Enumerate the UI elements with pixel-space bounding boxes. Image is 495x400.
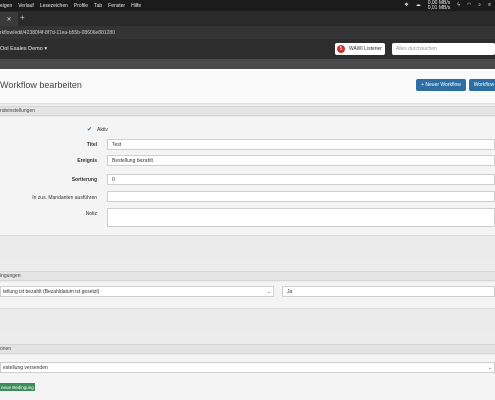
search-icon[interactable]: ⌕ [478, 3, 481, 8]
close-tab-icon[interactable]: ✕ [6, 16, 11, 23]
url-text[interactable]: rkflow/edit/42380f4f-8f7d-11ea-b55b-0860… [0, 30, 115, 36]
mandanten-label: In zus. Mandanten ausführen [32, 195, 97, 201]
wawi-badge: 5 [337, 45, 345, 53]
ereignis-value: Bestellung bezahlt [112, 157, 153, 164]
status-area: ❖ ☁ 0,00 MB/s 0,01 MB/s ϟ ◠ ⌕ ≡ [404, 0, 491, 11]
wawi-label: WAWI Listener [349, 46, 382, 52]
condition-value: tellung ist bezahlt (Bezahldatum ist ges… [3, 288, 100, 295]
section-header-aktionen: onen [0, 344, 495, 354]
menu-item-verlauf[interactable]: Verlauf [18, 3, 34, 9]
aktiv-checkbox[interactable]: ✔ [87, 127, 93, 133]
nav-strip [0, 59, 495, 69]
condition-select[interactable]: tellung ist bezahlt (Bezahldatum ist ges… [0, 286, 274, 297]
browser-tab[interactable]: ✕ [0, 12, 18, 26]
chevron-down-icon: ⌄ [266, 289, 271, 295]
section-header-bedingungen: ingungen [0, 271, 495, 281]
wifi-icon[interactable]: ◠ [467, 3, 471, 8]
aktiv-label: Aktiv [97, 127, 108, 133]
bolt-icon[interactable]: ϟ [457, 3, 460, 8]
ereignis-label: Ereignis [77, 158, 97, 164]
menu-item-tab[interactable]: Tab [94, 3, 102, 9]
action-select[interactable]: estellung versenden ⌄ [0, 362, 495, 373]
dropbox-icon[interactable]: ❖ [404, 3, 408, 8]
titel-label: Titel [86, 142, 97, 148]
menu-item-fenster[interactable]: Fenster [108, 3, 125, 9]
action-value: estellung versenden [3, 364, 48, 371]
add-condition-button[interactable]: neue Bedingung [0, 383, 35, 391]
new-tab-icon[interactable]: + [20, 14, 25, 22]
condition-answer-value: Ja [287, 288, 293, 295]
sortierung-value: 0 [112, 176, 115, 183]
titel-input[interactable]: Test [107, 139, 495, 150]
wawi-listener-button[interactable]: 5 WAWI Listener [335, 43, 385, 55]
menu-bar: eigen Verlauf Lesezeichen Profile Tab Fe… [0, 0, 495, 11]
workflow-button[interactable]: Workflow [469, 79, 495, 91]
store-selector[interactable]: Ool Esales Demo ▾ [0, 46, 47, 52]
cloud-icon[interactable]: ☁ [416, 3, 421, 8]
sortierung-input[interactable]: 0 [107, 174, 495, 185]
menu-item-hilfe[interactable]: Hilfe [131, 3, 141, 9]
global-search-input[interactable]: Alles durchsuchen [392, 43, 495, 55]
chevron-down-icon: ⌄ [487, 365, 492, 371]
section-footer-bedingungen [0, 308, 495, 331]
titel-value: Test [112, 141, 122, 148]
ereignis-select[interactable]: Bestellung bezahlt [107, 155, 495, 166]
sortierung-label: Sortierung [71, 177, 97, 183]
network-speed: 0,00 MB/s 0,01 MB/s [427, 0, 451, 11]
new-workflow-button[interactable]: + Neuer Workflow [416, 79, 466, 91]
address-bar[interactable]: rkflow/edit/42380f4f-8f7d-11ea-b55b-0860… [0, 26, 495, 39]
menu-item-anzeigen[interactable]: eigen [0, 3, 12, 9]
section-footer-grundeinstellungen [0, 235, 495, 258]
search-placeholder: Alles durchsuchen [396, 46, 437, 52]
app-header: Ool Esales Demo ▾ 5 WAWI Listener Alles … [0, 39, 495, 59]
mandanten-input[interactable] [107, 191, 495, 202]
page-title: Workflow bearbeiten [0, 80, 82, 90]
page-title-bar: Workflow bearbeiten + Neuer Workflow Wor… [0, 69, 495, 104]
menu-item-profile[interactable]: Profile [74, 3, 88, 9]
section-header-grundeinstellungen: ndeinstellungen [0, 106, 495, 116]
browser-tab-bar: ✕ + [0, 11, 495, 26]
notiz-textarea[interactable] [107, 208, 495, 227]
menu-item-lesezeichen[interactable]: Lesezeichen [40, 3, 68, 9]
condition-answer-select[interactable]: Ja [282, 286, 495, 297]
notiz-label: Notiz [85, 211, 97, 217]
control-center-icon[interactable]: ≡ [488, 3, 491, 8]
